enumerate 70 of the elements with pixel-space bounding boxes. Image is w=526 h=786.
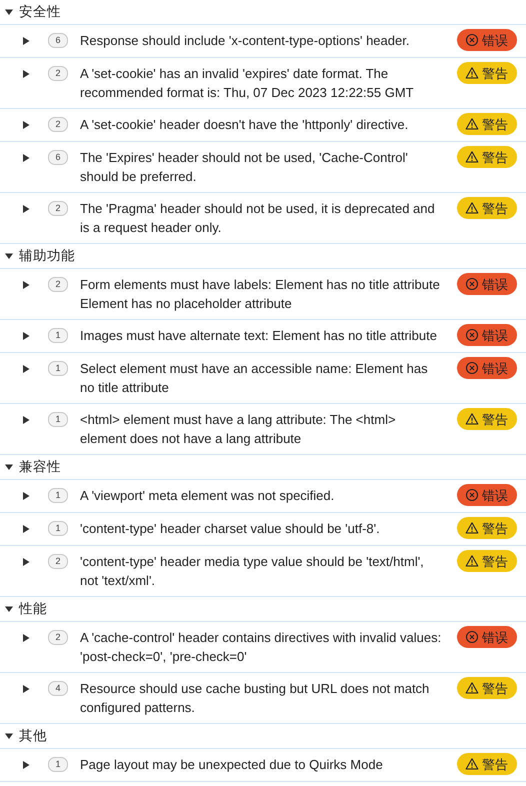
expand-caret-icon[interactable]: [22, 416, 30, 424]
issue-text: 'content-type' header media type value should be 'text/html', not 'text/xml'.: [80, 553, 425, 590]
section-title: 其他: [19, 727, 47, 745]
expand-caret-icon[interactable]: [22, 204, 30, 212]
severity-badge: 警告: [457, 517, 517, 539]
issue-text: A 'set-cookie' has an invalid 'expires' date format. The recommended format is: Thu, 07 Dec 2023 12:22:55 GMT: [80, 65, 415, 102]
severity-badge: 警告: [457, 408, 517, 430]
severity-badge: 警告: [457, 113, 517, 135]
expand-caret-icon[interactable]: [22, 154, 30, 162]
issue-text: A 'cache-control' header contains directives with invalid values: 'post-check=0', 'pre-check=0': [80, 629, 442, 666]
severity-badge: 错误: [457, 484, 517, 506]
expand-caret-icon[interactable]: [22, 524, 30, 532]
severity-badge: 警告: [457, 677, 517, 699]
count-badge: 1: [48, 488, 68, 503]
expand-caret-icon[interactable]: [22, 760, 30, 768]
expand-caret-icon[interactable]: [22, 70, 30, 78]
collapse-caret-icon[interactable]: [5, 732, 13, 740]
expand-caret-icon[interactable]: [22, 492, 30, 500]
issue-text: Resource should use cache busting but URL does not match configured patterns.: [80, 680, 430, 717]
issue-text: A 'viewport' meta element was not specified.: [80, 487, 336, 505]
collapse-caret-icon[interactable]: [5, 463, 13, 471]
count-badge: 6: [48, 33, 68, 48]
count-badge: 2: [48, 554, 68, 569]
issue-text: The 'Expires' header should not be used, 'Cache-Control' should be preferred.: [80, 149, 409, 186]
count-badge: 6: [48, 150, 68, 165]
collapse-caret-icon[interactable]: [5, 252, 13, 260]
count-badge: 2: [48, 277, 68, 292]
count-badge: 1: [48, 328, 68, 343]
section-title: 辅助功能: [19, 247, 75, 265]
expand-caret-icon[interactable]: [22, 364, 30, 372]
severity-badge: 错误: [457, 357, 517, 379]
count-badge: 2: [48, 117, 68, 132]
severity-badge: 警告: [457, 62, 517, 84]
severity-badge: 错误: [457, 273, 517, 295]
issue-text: Select element must have an accessible name: Element has no title attribute: [80, 360, 429, 397]
issue-text: Response should include 'x-content-type-options' header.: [80, 32, 410, 50]
severity-badge: 错误: [457, 626, 517, 648]
section-title: 性能: [19, 600, 47, 618]
count-badge: 4: [48, 681, 68, 696]
count-badge: 2: [48, 66, 68, 81]
expand-caret-icon[interactable]: [22, 36, 30, 44]
expand-caret-icon[interactable]: [22, 280, 30, 288]
count-badge: 1: [48, 412, 68, 427]
severity-badge: 错误: [457, 29, 517, 51]
issue-text: <html> element must have a lang attribute: The <html> element does not have a lang attribute: [80, 411, 397, 448]
expand-caret-icon[interactable]: [22, 634, 30, 642]
severity-badge: 警告: [457, 146, 517, 168]
issue-text: Form elements must have labels: Element has no title attribute Element has no placeholder attribute: [80, 276, 441, 313]
count-badge: 1: [48, 757, 68, 772]
severity-badge: 警告: [457, 753, 517, 775]
section-title: 兼容性: [19, 458, 61, 476]
severity-badge: 警告: [457, 197, 517, 219]
count-badge: 1: [48, 361, 68, 376]
issue-text: Page layout may be unexpected due to Quirks Mode: [80, 756, 384, 774]
severity-badge: 警告: [457, 550, 517, 572]
expand-caret-icon[interactable]: [22, 332, 30, 340]
expand-caret-icon[interactable]: [22, 558, 30, 566]
collapse-caret-icon[interactable]: [5, 8, 13, 16]
section-title: 安全性: [19, 3, 61, 21]
issue-text: 'content-type' header charset value should be 'utf-8'.: [80, 520, 381, 538]
expand-caret-icon[interactable]: [22, 684, 30, 692]
count-badge: 2: [48, 630, 68, 645]
count-badge: 2: [48, 201, 68, 216]
severity-badge: 错误: [457, 324, 517, 346]
issue-text: Images must have alternate text: Element has no title attribute: [80, 327, 438, 345]
collapse-caret-icon[interactable]: [5, 605, 13, 613]
issue-text: The 'Pragma' header should not be used, it is deprecated and is a request header only.: [80, 200, 436, 237]
count-badge: 1: [48, 521, 68, 536]
issue-text: A 'set-cookie' header doesn't have the 'httponly' directive.: [80, 116, 410, 134]
expand-caret-icon[interactable]: [22, 120, 30, 128]
